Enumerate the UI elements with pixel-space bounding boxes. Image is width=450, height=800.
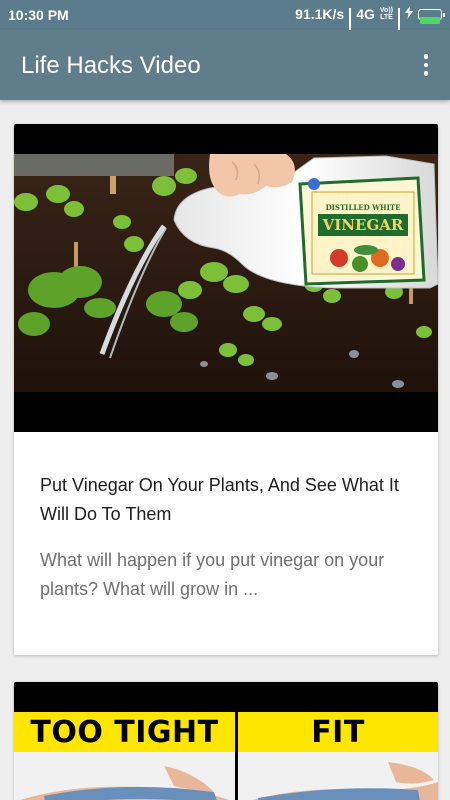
app-title: Life Hacks Video (21, 52, 201, 79)
jeans-tight-image (14, 752, 235, 800)
more-vert-icon[interactable] (416, 50, 436, 80)
signal-icon-2 (398, 8, 400, 48)
battery-level (420, 16, 440, 24)
jeans-fit-image (238, 752, 438, 800)
letterbox-bar (14, 682, 438, 712)
fit-banner: FIT (238, 712, 438, 752)
bottle-label: VINEGAR (322, 216, 404, 234)
bottle-sublabel: DISTILLED WHITE (326, 203, 401, 212)
card-title[interactable]: Put Vinegar On Your Plants, And See What… (40, 471, 420, 529)
too-tight-banner: TOO TIGHT (14, 712, 235, 752)
too-tight-panel: TOO TIGHT (14, 712, 235, 800)
network-type: 4G (356, 6, 375, 22)
vinegar-garden-image: DISTILLED WHITE VINEGAR (14, 154, 438, 392)
video-card-2[interactable]: TOO TIGHT FIT (14, 682, 438, 800)
video-card[interactable]: DISTILLED WHITE VINEGAR Put Vinegar On Y… (14, 124, 438, 655)
network-speed: 91.1K/s (295, 6, 345, 22)
fit-panel: FIT (238, 712, 438, 800)
video-thumbnail-2[interactable]: TOO TIGHT FIT (14, 682, 438, 800)
status-bar: 10:30 PM 91.1K/s 4G Vo)) LTE (0, 0, 450, 48)
app-bar: Life Hacks Video (0, 30, 450, 100)
volte-icon: Vo)) LTE (379, 7, 393, 21)
status-time: 10:30 PM (8, 7, 69, 23)
video-thumbnail[interactable]: DISTILLED WHITE VINEGAR (14, 124, 438, 432)
status-indicators: 91.1K/s 4G Vo)) LTE (295, 6, 445, 48)
card-description: What will happen if you put vinegar on y… (40, 550, 385, 599)
bolt-icon (405, 6, 413, 22)
signal-icon (349, 8, 352, 48)
battery-icon (418, 8, 445, 24)
